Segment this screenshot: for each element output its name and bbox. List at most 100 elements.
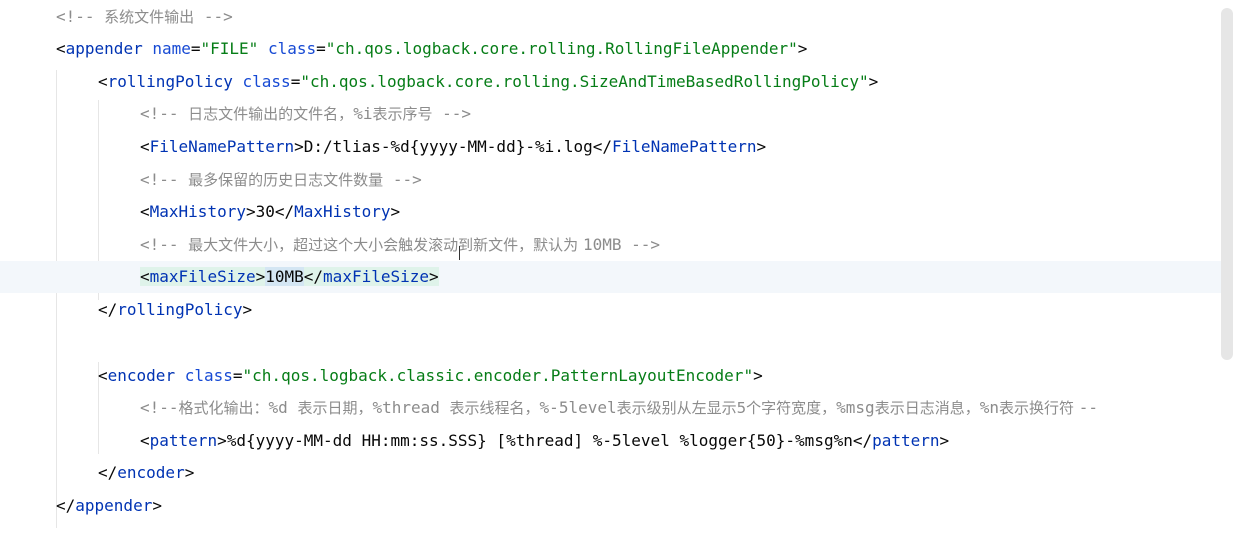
code-token: <!-- <box>56 7 105 26</box>
code-line[interactable]: <!-- 系统文件输出 --> <box>48 1 1229 33</box>
code-token: %-5level <box>539 398 617 417</box>
code-token: 表示换行符 <box>998 399 1079 417</box>
code-token: "ch.qos.logback.classic.encoder.PatternL… <box>242 366 754 385</box>
code-line[interactable]: <!-- 最多保留的历史日志文件数量 --> <box>48 164 1229 196</box>
code-editor[interactable]: <!-- 系统文件输出 --> <appender name="FILE" cla… <box>0 0 1229 558</box>
code-token: = <box>190 39 201 58</box>
code-token: MaxHistory <box>294 202 391 221</box>
code-token: </ <box>303 267 324 286</box>
code-token: 最多保留的历史日志文件数量 <box>188 171 384 189</box>
code-text: <!--格式化输出：%d 表示日期，%thread 表示线程名，%-5level… <box>140 392 1098 424</box>
code-token: > <box>184 463 195 482</box>
code-token: < <box>140 267 150 286</box>
code-token: class <box>242 72 291 91</box>
code-token: %i <box>353 104 373 123</box>
code-token: rollingPolicy <box>107 72 233 91</box>
code-token: > <box>797 39 808 58</box>
code-token: >%d{yyyy-MM-dd HH:mm:ss.SSS} [%thread] %… <box>217 431 873 450</box>
code-token: < <box>56 39 66 58</box>
code-text: <appender name="FILE" class="ch.qos.logb… <box>56 33 807 65</box>
code-token: > <box>939 431 950 450</box>
code-text: <encoder class="ch.qos.logback.classic.e… <box>98 360 763 392</box>
code-token: %d <box>268 398 298 417</box>
code-token: pattern <box>872 431 940 450</box>
code-line[interactable] <box>48 327 1229 359</box>
code-token: > <box>753 366 763 385</box>
code-token: appender <box>75 496 153 515</box>
code-text: <maxFileSize>10MB</maxFileSize> <box>140 261 439 293</box>
code-token: 最大文件大小，超过这个大小会触发滚动到新文件，默认为 <box>188 236 583 254</box>
code-line[interactable]: <!-- 日志文件输出的文件名，%i表示序号 --> <box>48 98 1229 130</box>
code-line[interactable]: </appender> <box>48 490 1229 522</box>
code-token: = <box>232 366 243 385</box>
code-token: <!-- <box>140 398 179 417</box>
code-line[interactable]: <MaxHistory>30</MaxHistory> <box>48 196 1229 228</box>
code-token: </ <box>98 463 118 482</box>
code-token: %msg <box>836 398 875 417</box>
code-token: < <box>140 431 150 450</box>
code-text: <MaxHistory>30</MaxHistory> <box>140 196 400 228</box>
code-line[interactable]: <FileNamePattern>D:/tlias-%d{yyyy-MM-dd}… <box>48 131 1229 163</box>
code-token: -- <box>1078 398 1099 417</box>
code-text: <FileNamePattern>D:/tlias-%d{yyyy-MM-dd}… <box>140 131 766 163</box>
code-token: > <box>756 137 767 156</box>
code-token: appender <box>65 39 143 58</box>
code-line[interactable]: < pattern>%d{yyyy-MM-dd HH:mm:ss.SSS} [%t… <box>48 425 1229 457</box>
code-token: 10MB --> <box>582 235 661 254</box>
code-token: 日志文件输出的文件名， <box>188 105 354 123</box>
code-line[interactable]: <appender name="FILE" class="ch.qos.logb… <box>48 33 1229 65</box>
code-token: class <box>184 366 233 385</box>
code-token: FileNamePattern <box>149 137 295 156</box>
current-line[interactable]: <maxFileSize>10MB</maxFileSize> <box>0 261 1229 293</box>
code-token: = <box>290 72 301 91</box>
code-token: = <box>316 39 326 58</box>
code-text: </rollingPolicy> <box>98 294 252 326</box>
code-text: < pattern>%d{yyyy-MM-dd HH:mm:ss.SSS} [%t… <box>140 425 949 457</box>
code-token: >D:/tlias-%d{yyyy-MM-dd}-%i.log</ <box>294 137 613 156</box>
code-line[interactable]: </rollingPolicy> <box>48 294 1229 326</box>
code-line[interactable]: <rollingPolicy class="ch.qos.logback.cor… <box>48 66 1229 98</box>
code-token: 表示日志消息， <box>874 399 980 417</box>
code-token: < <box>98 72 108 91</box>
code-token: name <box>152 39 191 58</box>
code-token: > <box>152 496 162 515</box>
code-token: maxFileSize <box>149 267 256 286</box>
code-token: > <box>255 267 266 286</box>
code-token: <!-- <box>140 170 189 189</box>
code-text: <!-- 最多保留的历史日志文件数量 --> <box>140 164 422 196</box>
code-token: --> <box>432 104 471 123</box>
code-line[interactable]: </encoder> <box>48 457 1229 489</box>
code-line[interactable]: <!--格式化输出：%d 表示日期，%thread 表示线程名，%-5level… <box>48 392 1229 424</box>
code-token: %n <box>979 398 999 417</box>
code-token: "FILE" <box>200 39 259 58</box>
code-line[interactable]: <!-- 最大文件大小，超过这个大小会触发滚动到新文件，默认为 10MB --> <box>48 229 1229 261</box>
code-token: encoder <box>117 463 185 482</box>
code-token: 表示级别从左显示5个字符宽度， <box>616 399 837 417</box>
code-token: maxFileSize <box>323 267 430 286</box>
code-token: 表示序号 <box>372 105 433 123</box>
code-token: </ <box>98 300 118 319</box>
code-token: >30</ <box>245 202 295 221</box>
code-token: "ch.qos.logback.core.rolling.RollingFile… <box>325 39 798 58</box>
code-text: <!-- 系统文件输出 --> <box>56 1 233 33</box>
code-token: MaxHistory <box>149 202 246 221</box>
code-token: <!-- <box>140 104 189 123</box>
code-token: --> <box>383 170 422 189</box>
code-token: encoder <box>107 366 176 385</box>
vertical-scrollbar[interactable] <box>1221 8 1233 360</box>
code-token: 表示线程名， <box>449 399 540 417</box>
code-token: > <box>242 300 253 319</box>
code-line[interactable]: <encoder class="ch.qos.logback.classic.e… <box>48 360 1229 392</box>
text-cursor <box>459 246 466 260</box>
code-text: </encoder> <box>98 457 194 489</box>
code-token: rollingPolicy <box>117 300 243 319</box>
code-token: < <box>98 366 108 385</box>
code-text: <!-- 日志文件输出的文件名，%i表示序号 --> <box>140 98 471 130</box>
code-token: > <box>390 202 401 221</box>
code-token: --> <box>194 7 233 26</box>
code-token: %thread <box>372 398 450 417</box>
code-token: < <box>140 137 150 156</box>
code-token: </ <box>56 496 76 515</box>
